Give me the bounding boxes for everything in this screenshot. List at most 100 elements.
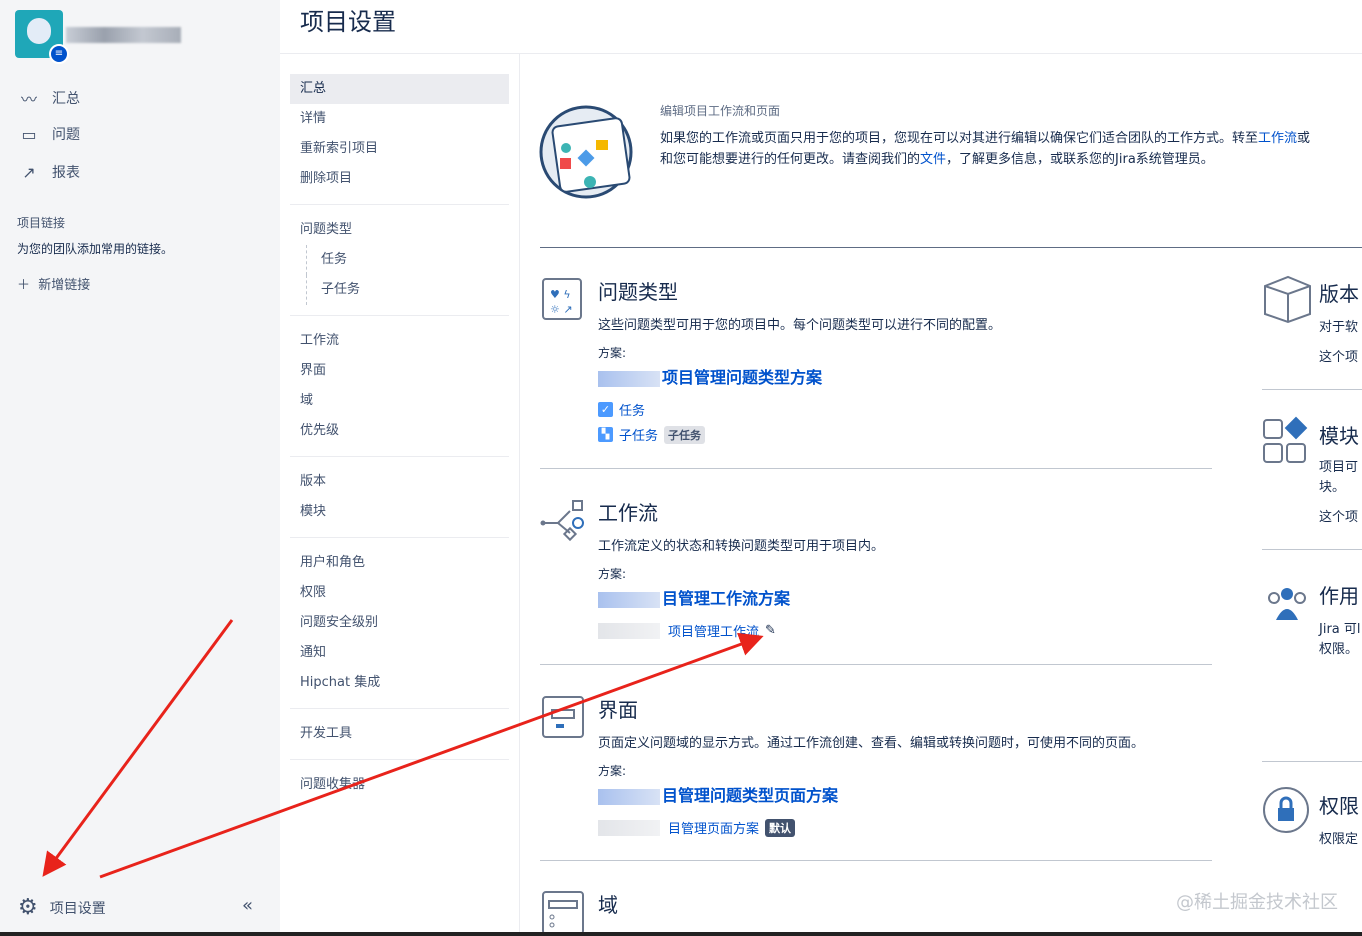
chart-icon: ↗: [22, 162, 36, 182]
label: 问题: [52, 127, 80, 143]
gear-icon: ⚙: [18, 895, 38, 920]
plus-icon: ＋: [17, 278, 39, 293]
docs-link[interactable]: 文件: [920, 152, 946, 167]
screen-scheme-link[interactable]: 目管理问题类型页面方案: [598, 782, 838, 806]
workflow-item[interactable]: 项目管理工作流 ✎: [598, 621, 776, 640]
nav-screens[interactable]: 界面: [290, 356, 509, 386]
divider: [290, 537, 509, 538]
nav-details[interactable]: 详情: [290, 104, 509, 134]
divider: [1262, 389, 1362, 390]
fields-icon: [542, 891, 584, 935]
text: 或: [1297, 131, 1311, 146]
sidebar-item-issues[interactable]: ▭ 问题: [18, 124, 80, 144]
text: 如果您的工作流或页面只用于您的项目，您现在可以对其进行编辑以确保它们适合团队的工…: [660, 131, 1259, 146]
card-text: 项目可: [1319, 460, 1359, 475]
section-title: 域: [598, 893, 618, 917]
checkbox-icon: ✓: [598, 402, 613, 417]
section-desc: 这些问题类型可用于您的项目中。每个问题类型可以进行不同的配置。: [598, 318, 1002, 333]
nav-reindex[interactable]: 重新索引项目: [290, 134, 509, 164]
issue-types-icon: ♥ ϟ ☼ ↗: [542, 278, 582, 320]
label: 目管理页面方案: [668, 822, 760, 837]
sidebar-item-project-settings[interactable]: ⚙ 项目设置: [18, 895, 106, 920]
divider: [290, 759, 509, 760]
card-title[interactable]: 作用: [1319, 580, 1359, 609]
nav-summary[interactable]: 汇总: [290, 74, 509, 104]
project-sidebar: ≡ 〰汇总 ▭ 问题 ↗ 报表 项目链接 为您的团队添加常用的链接。 ＋ 新增链接 …: [0, 0, 280, 936]
nav-versions[interactable]: 版本: [290, 467, 509, 497]
label: 新增链接: [38, 278, 91, 293]
card-text: 这个项: [1319, 510, 1359, 525]
add-link-button[interactable]: ＋ 新增链接: [17, 274, 90, 293]
label: 汇总: [52, 91, 80, 107]
label: 报表: [52, 165, 80, 181]
nav-issue-types[interactable]: 问题类型: [290, 215, 509, 245]
scheme-label: 方案:: [598, 567, 627, 581]
card-title[interactable]: 版本: [1319, 278, 1359, 307]
section-title: 界面: [598, 698, 638, 722]
card-text: 块。: [1319, 480, 1346, 495]
divider: [540, 247, 1362, 248]
taskbar-strip: [0, 932, 1362, 936]
nav-notifications[interactable]: 通知: [290, 638, 509, 668]
workflow-section: 工作流 工作流定义的状态和转换问题类型可用于项目内。 方案: 目管理工作流方案 …: [540, 497, 1212, 647]
section-title: 工作流: [598, 501, 658, 525]
banner-heading: 编辑项目工作流和页面: [660, 104, 781, 118]
watermark: @稀土掘金技术社区: [1176, 892, 1338, 913]
nav-priorities[interactable]: 优先级: [290, 416, 509, 446]
nav-issue-security[interactable]: 问题安全级别: [290, 608, 509, 638]
divider: [1262, 761, 1362, 762]
divider: [540, 860, 1212, 861]
screen-scheme-item[interactable]: 目管理页面方案 默认: [598, 818, 796, 837]
card-text: 权限定: [1319, 832, 1359, 847]
divider: [290, 315, 509, 316]
issue-type-scheme-link[interactable]: 项目管理问题类型方案: [598, 364, 822, 388]
nav-dev-tools[interactable]: 开发工具: [290, 719, 509, 749]
text: 和您可能想要进行的任何更改。请查阅我们的: [660, 152, 921, 167]
subtask-icon: ▚: [598, 427, 613, 442]
sidebar-item-summary[interactable]: 〰汇总: [18, 86, 80, 110]
sidebar-item-reports[interactable]: ↗ 报表: [18, 162, 80, 182]
roles-card: 作用 Jira 可l 权限。: [1262, 578, 1362, 657]
nav-task[interactable]: 任务: [306, 245, 509, 275]
default-tag: 默认: [765, 818, 796, 837]
nav-users-roles[interactable]: 用户和角色: [290, 548, 509, 578]
fields-section: 域: [540, 889, 1212, 935]
card-text: Jira 可l: [1319, 622, 1361, 637]
text: ，了解更多信息，或联系您的Jira系统管理员。: [946, 152, 1214, 167]
nav-workflows[interactable]: 工作流: [290, 326, 509, 356]
workflow-scheme-link[interactable]: 目管理工作流方案: [598, 585, 790, 609]
nav-components[interactable]: 模块: [290, 497, 509, 527]
nav-delete[interactable]: 删除项目: [290, 164, 509, 194]
banner-text: 如果您的工作流或页面只用于您的项目，您现在可以对其进行编辑以确保它们适合团队的工…: [660, 128, 1310, 170]
nav-permissions[interactable]: 权限: [290, 578, 509, 608]
workflows-link[interactable]: 工作流: [1258, 131, 1297, 146]
project-name-redacted: [66, 27, 181, 43]
svg-text:☼ ↗: ☼ ↗: [550, 303, 573, 316]
divider: [1262, 549, 1362, 550]
subtask-tag: 子任务: [664, 425, 706, 444]
issue-type-subtask[interactable]: ▚ 子任务 子任务: [598, 425, 706, 444]
card-title[interactable]: 权限: [1319, 790, 1359, 819]
users-icon: [1268, 588, 1306, 620]
label: 目管理工作流方案: [662, 589, 791, 608]
issues-icon: ▭: [21, 124, 37, 144]
card-title[interactable]: 模块: [1319, 420, 1359, 449]
card-text: 权限。: [1319, 642, 1359, 657]
screens-section: 界面 页面定义问题域的显示方式。通过工作流创建、查看、编辑或转换问题时，可使用不…: [540, 694, 1212, 844]
components-icon: [1263, 416, 1308, 463]
nav-hipchat[interactable]: Hipchat 集成: [290, 668, 509, 698]
box-icon: [1264, 275, 1311, 324]
nav-subtask[interactable]: 子任务: [306, 275, 509, 305]
collapse-sidebar-button[interactable]: «: [242, 895, 253, 916]
components-card: 模块 项目可 块。 这个项: [1262, 416, 1362, 525]
issue-type-task[interactable]: ✓ 任务: [598, 400, 645, 419]
edit-pencil-icon[interactable]: ✎: [765, 623, 776, 638]
nav-fields[interactable]: 域: [290, 386, 509, 416]
divider: [290, 456, 509, 457]
scheme-label: 方案:: [598, 764, 627, 778]
svg-text:♥ ϟ: ♥ ϟ: [550, 288, 571, 301]
divider: [540, 664, 1212, 665]
divider: [540, 468, 1212, 469]
project-avatar[interactable]: ≡: [15, 10, 69, 64]
nav-issue-collectors[interactable]: 问题收集器: [290, 770, 509, 800]
